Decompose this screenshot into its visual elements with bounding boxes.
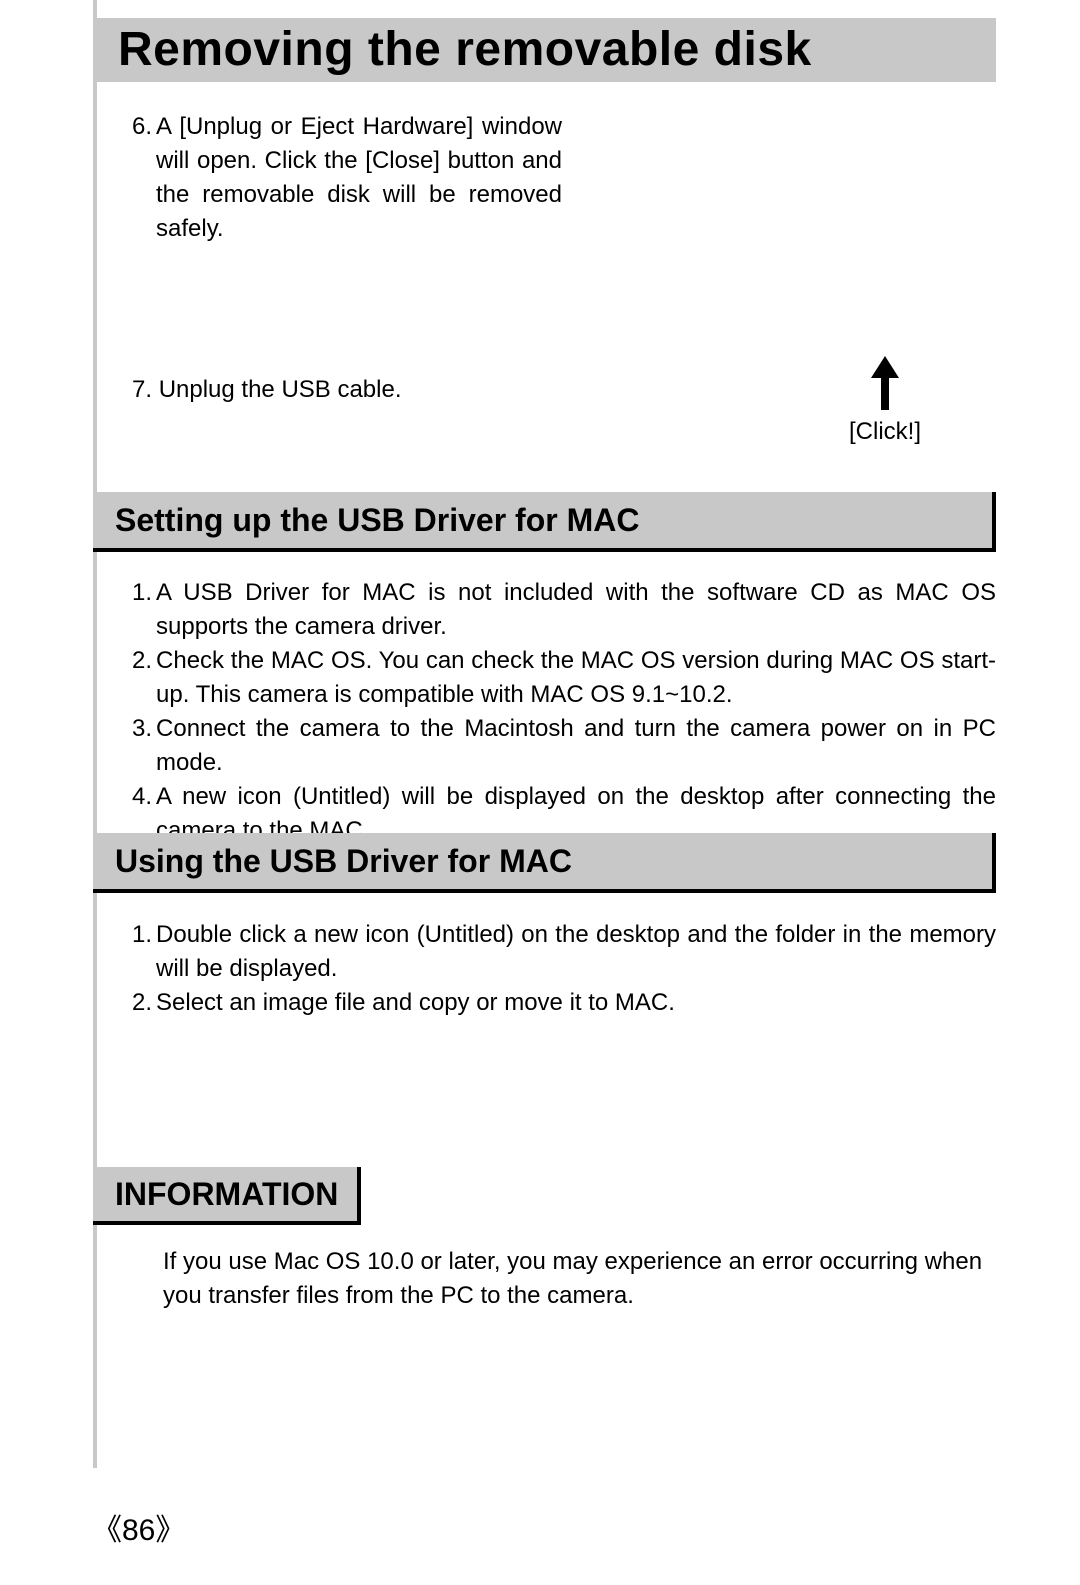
item-number: 2. — [132, 644, 152, 712]
arrow-up-icon — [871, 356, 899, 410]
item-number: 3. — [132, 712, 152, 780]
page-title: Removing the removable disk — [118, 22, 812, 77]
item-text: Connect the camera to the Macintosh and … — [156, 712, 996, 780]
step-6-number: 6. — [132, 110, 152, 246]
vertical-rule — [93, 0, 97, 1468]
click-label: [Click!] — [820, 418, 950, 446]
item-number: 1. — [132, 576, 152, 644]
section-using-title: Using the USB Driver for MAC — [93, 833, 992, 880]
step-7-number: 7. — [132, 376, 152, 403]
item-number: 1. — [132, 918, 152, 986]
step-6-text: A [Unplug or Eject Hardware] window will… — [156, 110, 562, 246]
step-7-text: Unplug the USB cable. — [159, 376, 402, 403]
page-number-value: 86 — [122, 1514, 155, 1547]
section-info-box: INFORMATION — [93, 1167, 361, 1225]
item-text: Select an image file and copy or move it… — [156, 986, 996, 1020]
section-using-box: Using the USB Driver for MAC — [93, 833, 996, 893]
list-item: 2. Check the MAC OS. You can check the M… — [132, 644, 996, 712]
section-using-list: 1. Double click a new icon (Untitled) on… — [132, 918, 996, 1020]
section-setup-title: Setting up the USB Driver for MAC — [93, 492, 992, 539]
page-number-close-bracket: 》 — [155, 1514, 185, 1547]
section-info-title: INFORMATION — [93, 1167, 357, 1213]
click-indicator: [Click!] — [820, 356, 950, 446]
section-setup-box: Setting up the USB Driver for MAC — [93, 492, 996, 552]
section-setup-list: 1. A USB Driver for MAC is not included … — [132, 576, 996, 848]
item-text: Double click a new icon (Untitled) on th… — [156, 918, 996, 986]
step-7: 7. Unplug the USB cable. — [132, 373, 732, 407]
section-info-text: If you use Mac OS 10.0 or later, you may… — [163, 1245, 995, 1313]
item-text: A USB Driver for MAC is not included wit… — [156, 576, 996, 644]
list-item: 2. Select an image file and copy or move… — [132, 986, 996, 1020]
list-item: 1. A USB Driver for MAC is not included … — [132, 576, 996, 644]
page-number-open-bracket: 《 — [92, 1514, 122, 1547]
item-text: Check the MAC OS. You can check the MAC … — [156, 644, 996, 712]
item-number: 2. — [132, 986, 152, 1020]
list-item: 3. Connect the camera to the Macintosh a… — [132, 712, 996, 780]
list-item: 1. Double click a new icon (Untitled) on… — [132, 918, 996, 986]
page-number: 《86》 — [92, 1505, 185, 1549]
step-6: 6. A [Unplug or Eject Hardware] window w… — [132, 110, 562, 246]
